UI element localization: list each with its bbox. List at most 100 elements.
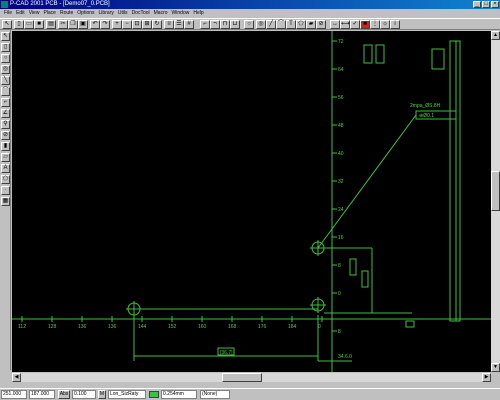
redraw-icon[interactable]: ↻ bbox=[152, 20, 162, 29]
scroll-up-icon[interactable]: ▲ bbox=[491, 31, 500, 40]
route-fanout-icon[interactable]: ⊔ bbox=[230, 20, 240, 29]
zoom-out-icon[interactable]: − bbox=[122, 20, 132, 29]
status-bar: 251.000 187.000 Abs 0.100 M Lon_SizRaty … bbox=[0, 388, 500, 400]
menu-options[interactable]: Options bbox=[75, 9, 96, 18]
layer-color-swatch[interactable] bbox=[149, 391, 159, 398]
netlist-icon[interactable]: ⋮ bbox=[370, 20, 380, 29]
new-file-icon[interactable]: ▯ bbox=[14, 20, 24, 29]
place-copper-icon[interactable]: ▰ bbox=[306, 20, 316, 29]
pcb-canvas[interactable]: 72 64 56 48 40 32 24 16 8 0 8 112 128 13… bbox=[12, 31, 491, 372]
highlight-icon[interactable]: ☼ bbox=[380, 20, 390, 29]
maximize-button[interactable]: □ bbox=[482, 1, 490, 8]
menu-place[interactable]: Place bbox=[41, 9, 58, 18]
y-tick-label: 32 bbox=[338, 179, 344, 185]
menu-macro[interactable]: Macro bbox=[152, 9, 170, 18]
menu-file[interactable]: File bbox=[2, 9, 14, 18]
place-polygon-icon[interactable]: ⬠ bbox=[296, 20, 306, 29]
vertical-scroll-thumb[interactable] bbox=[491, 171, 500, 211]
place-arc-icon[interactable]: ⌒ bbox=[276, 20, 286, 29]
place-keepout-icon[interactable]: ⊘ bbox=[316, 20, 326, 29]
horizontal-scroll-thumb[interactable] bbox=[222, 373, 262, 382]
dimension-icon[interactable]: ↔ bbox=[330, 20, 340, 29]
keepout-icon[interactable]: ⊘ bbox=[1, 131, 10, 140]
board-edge-slot[interactable] bbox=[449, 40, 461, 322]
info-icon[interactable]: i bbox=[390, 20, 400, 29]
x-tick-label: 144 bbox=[138, 324, 147, 330]
select-tool-icon[interactable]: ↖ bbox=[2, 20, 12, 29]
scroll-right-icon[interactable]: ▶ bbox=[482, 373, 491, 382]
minimize-button[interactable]: _ bbox=[473, 1, 481, 8]
net-select[interactable]: (None) bbox=[200, 390, 230, 399]
field-icon[interactable]: ▦ bbox=[1, 197, 10, 206]
callout-label: 2mpa_ØS.8H bbox=[410, 103, 441, 109]
x-coordinate-field: 251.000 bbox=[1, 390, 27, 399]
place-text-icon[interactable]: T bbox=[286, 20, 296, 29]
dimension-marker[interactable] bbox=[361, 270, 369, 288]
vertical-scrollbar[interactable]: ▲ ▼ bbox=[491, 31, 500, 372]
grid-select[interactable]: 0.100 bbox=[72, 390, 96, 399]
copy-icon[interactable]: ❐ bbox=[68, 20, 78, 29]
polygon-icon[interactable]: ⬠ bbox=[1, 175, 10, 184]
dimension-marker[interactable] bbox=[349, 258, 357, 276]
drc-icon[interactable]: ✓ bbox=[350, 20, 360, 29]
text-icon[interactable]: A bbox=[1, 164, 10, 173]
menu-edit[interactable]: Edit bbox=[14, 9, 27, 18]
save-file-icon[interactable]: ■ bbox=[34, 20, 44, 29]
route-auto-icon[interactable]: ¬ bbox=[210, 20, 220, 29]
x-tick-label: 128 bbox=[48, 324, 57, 330]
menu-utils[interactable]: Utils bbox=[116, 9, 130, 18]
scroll-down-icon[interactable]: ▼ bbox=[491, 363, 500, 372]
component-icon[interactable]: ▯ bbox=[1, 43, 10, 52]
attribute-icon[interactable]: ⚲ bbox=[1, 120, 10, 129]
grid-icon[interactable]: # bbox=[184, 20, 194, 29]
menu-help[interactable]: Help bbox=[191, 9, 205, 18]
dimension-marker[interactable] bbox=[375, 44, 385, 64]
cutout-icon[interactable]: ▱ bbox=[1, 153, 10, 162]
dimension-marker[interactable] bbox=[363, 44, 373, 64]
stop-icon[interactable]: ■ bbox=[360, 20, 370, 29]
paste-icon[interactable]: ▣ bbox=[78, 20, 88, 29]
print-icon[interactable]: ▤ bbox=[46, 20, 56, 29]
menu-window[interactable]: Window bbox=[170, 9, 192, 18]
properties-icon[interactable]: ☰ bbox=[174, 20, 184, 29]
width-select[interactable]: 0.254mm bbox=[161, 390, 197, 399]
layer-select[interactable]: Lon_SizRaty bbox=[108, 390, 146, 399]
select-icon[interactable]: ↖ bbox=[1, 32, 10, 41]
arc-icon[interactable]: ⌒ bbox=[1, 87, 10, 96]
place-via-icon[interactable]: ◎ bbox=[256, 20, 266, 29]
menu-library[interactable]: Library bbox=[97, 9, 116, 18]
zoom-extents-icon[interactable]: ⊞ bbox=[142, 20, 152, 29]
point-icon[interactable]: · bbox=[1, 186, 10, 195]
zoom-window-icon[interactable]: ⊡ bbox=[132, 20, 142, 29]
dimension-marker[interactable] bbox=[405, 320, 415, 328]
menu-view[interactable]: View bbox=[27, 9, 42, 18]
zoom-in-icon[interactable]: + bbox=[112, 20, 122, 29]
abs-button[interactable]: Abs bbox=[58, 390, 70, 399]
route-icon[interactable]: ⌐ bbox=[1, 98, 10, 107]
mode-button[interactable]: M bbox=[98, 390, 106, 399]
menu-doctool[interactable]: DocTool bbox=[130, 9, 152, 18]
title-bar[interactable]: P-CAD 2001 PCB - [Demo07_0.PCB] _ □ × bbox=[0, 0, 500, 9]
undo-icon[interactable]: ↶ bbox=[90, 20, 100, 29]
line-icon[interactable]: ╲ bbox=[1, 76, 10, 85]
place-line-icon[interactable]: ╱ bbox=[266, 20, 276, 29]
dimension-marker[interactable] bbox=[431, 48, 445, 70]
menu-route[interactable]: Route bbox=[58, 9, 75, 18]
open-file-icon[interactable]: ▭ bbox=[24, 20, 34, 29]
pad-icon[interactable]: ○ bbox=[1, 54, 10, 63]
cut-icon[interactable]: ✂ bbox=[58, 20, 68, 29]
layer-icon[interactable]: ≡ bbox=[164, 20, 174, 29]
scroll-left-icon[interactable]: ◀ bbox=[12, 373, 21, 382]
route-manual-icon[interactable]: ⌐ bbox=[200, 20, 210, 29]
close-button[interactable]: × bbox=[491, 1, 499, 8]
redo-icon[interactable]: ↷ bbox=[100, 20, 110, 29]
pcb-drawing[interactable]: 72 64 56 48 40 32 24 16 8 0 8 112 128 13… bbox=[12, 31, 491, 372]
copper-pour-icon[interactable]: ▮ bbox=[1, 142, 10, 151]
route-bus-icon[interactable]: ⊓ bbox=[220, 20, 230, 29]
horizontal-scrollbar[interactable]: ◀ ▶ bbox=[12, 373, 491, 382]
app-icon[interactable] bbox=[1, 1, 8, 8]
via-icon[interactable]: ◎ bbox=[1, 65, 10, 74]
measure-icon[interactable]: ⟷ bbox=[340, 20, 350, 29]
miter-icon[interactable]: ∠ bbox=[1, 109, 10, 118]
place-pad-icon[interactable]: ○ bbox=[244, 20, 254, 29]
